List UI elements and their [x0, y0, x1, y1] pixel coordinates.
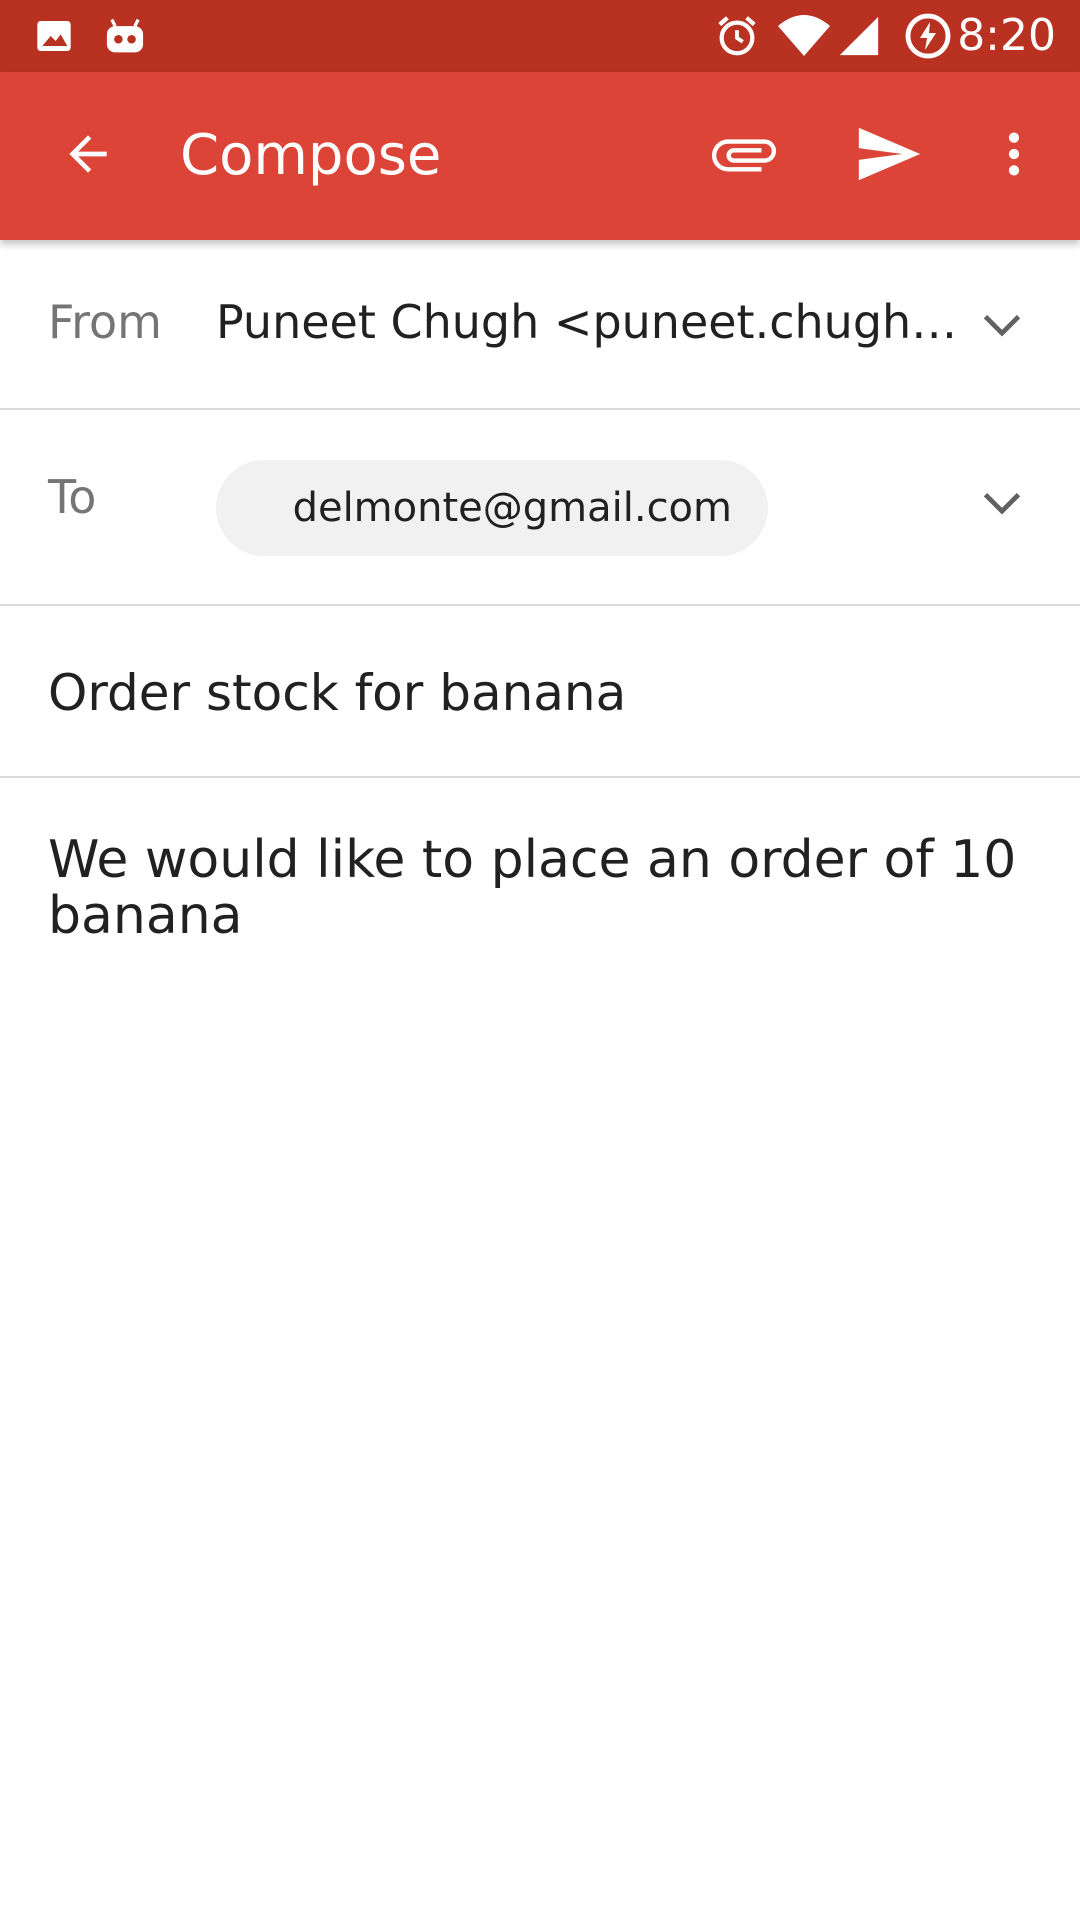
from-chevron-down-icon[interactable] — [980, 302, 1024, 350]
send-button[interactable] — [840, 108, 936, 204]
back-button[interactable] — [40, 108, 136, 204]
recipient-email: delmonte@gmail.com — [292, 485, 732, 531]
attach-button[interactable] — [696, 108, 792, 204]
battery-charging-icon — [904, 0, 952, 72]
android-robot-icon — [102, 0, 148, 72]
from-row: From Puneet Chugh <puneet.chugh… — [0, 240, 1080, 410]
to-label: To — [48, 470, 97, 524]
compose-body-field[interactable]: We would like to place an order of 10 ba… — [48, 832, 1028, 944]
signal-icon — [836, 0, 882, 72]
more-options-button[interactable] — [966, 108, 1062, 204]
status-time: 8:20 — [957, 10, 1056, 61]
to-chevron-down-icon[interactable] — [980, 480, 1024, 528]
subject-row[interactable]: Order stock for banana — [0, 606, 1080, 778]
subject-field[interactable]: Order stock for banana — [48, 664, 626, 722]
attach-icon — [709, 119, 779, 193]
from-account-selector[interactable]: Puneet Chugh <puneet.chugh… — [216, 295, 957, 349]
alarm-icon — [714, 0, 760, 72]
app-bar: Compose — [0, 72, 1080, 240]
recipient-chip[interactable]: delmonte@gmail.com — [216, 460, 768, 556]
wifi-icon — [776, 0, 832, 72]
more-vert-icon — [986, 126, 1042, 186]
page-title: Compose — [180, 123, 442, 188]
to-row: To delmonte@gmail.com — [0, 410, 1080, 606]
send-icon — [853, 119, 923, 193]
back-arrow-icon — [60, 126, 116, 186]
status-bar: 8:20 — [0, 0, 1080, 72]
image-notification-icon — [34, 0, 74, 72]
from-label: From — [48, 295, 162, 349]
